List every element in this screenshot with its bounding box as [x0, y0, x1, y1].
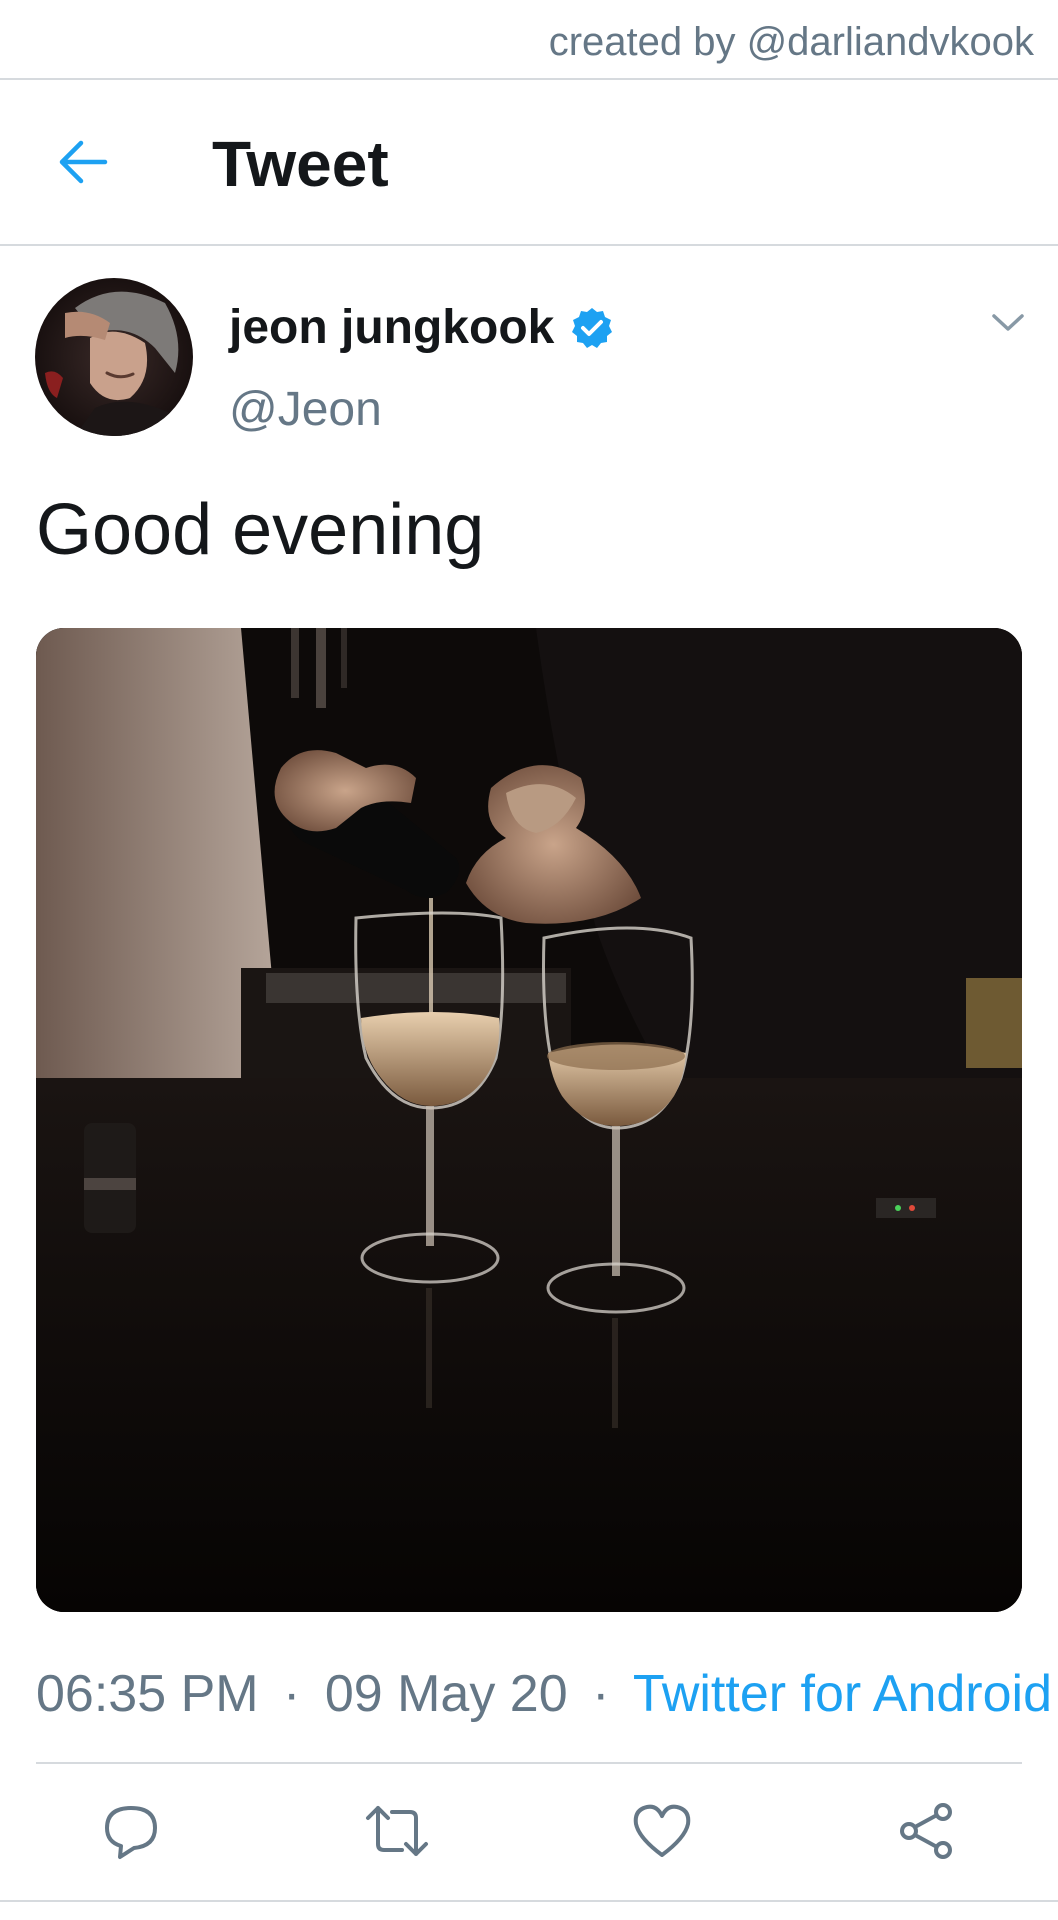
more-options-button[interactable] — [990, 308, 1026, 336]
action-bar — [0, 1764, 1058, 1900]
page-title: Tweet — [212, 128, 389, 200]
author-handle[interactable]: @Jeon — [229, 382, 382, 438]
meta-separator: · — [592, 1665, 610, 1723]
retweet-button[interactable] — [362, 1796, 432, 1866]
author-name-row[interactable]: jeon jungkook — [229, 300, 614, 356]
credit-bar: created by @darliandvkook — [0, 0, 1058, 80]
meta-separator: · — [283, 1665, 301, 1723]
photo-wine-glasses — [36, 628, 1022, 1612]
reply-icon — [105, 1806, 157, 1859]
like-button[interactable] — [627, 1796, 697, 1866]
tweet-text: Good evening — [36, 490, 485, 570]
tweet-date: 09 May 20 — [324, 1665, 568, 1723]
avatar-photo — [35, 278, 193, 436]
display-name: jeon jungkook — [229, 301, 555, 354]
share-button[interactable] — [891, 1796, 961, 1866]
avatar[interactable] — [35, 278, 193, 436]
credit-text: created by @darliandvkook — [548, 20, 1034, 64]
divider — [0, 1900, 1058, 1902]
top-bar: Tweet — [0, 80, 1058, 246]
tweet-meta: 06:35 PM · 09 May 20 · Twitter for Andro… — [36, 1664, 1052, 1724]
share-icon — [900, 1803, 952, 1859]
tweet-page: created by @darliandvkook Tweet jeon jun… — [0, 0, 1058, 1920]
tweet-time: 06:35 PM — [36, 1665, 259, 1723]
verified-badge-icon — [570, 306, 614, 350]
heart-icon — [633, 1804, 691, 1857]
chevron-down-icon — [992, 314, 1024, 331]
tweet-source-link[interactable]: Twitter for Android — [633, 1665, 1052, 1723]
arrow-left-icon — [59, 140, 108, 184]
tweet-photo[interactable] — [36, 628, 1022, 1612]
reply-button[interactable] — [96, 1796, 166, 1866]
back-button[interactable] — [48, 127, 118, 197]
retweet-icon — [366, 1806, 428, 1856]
